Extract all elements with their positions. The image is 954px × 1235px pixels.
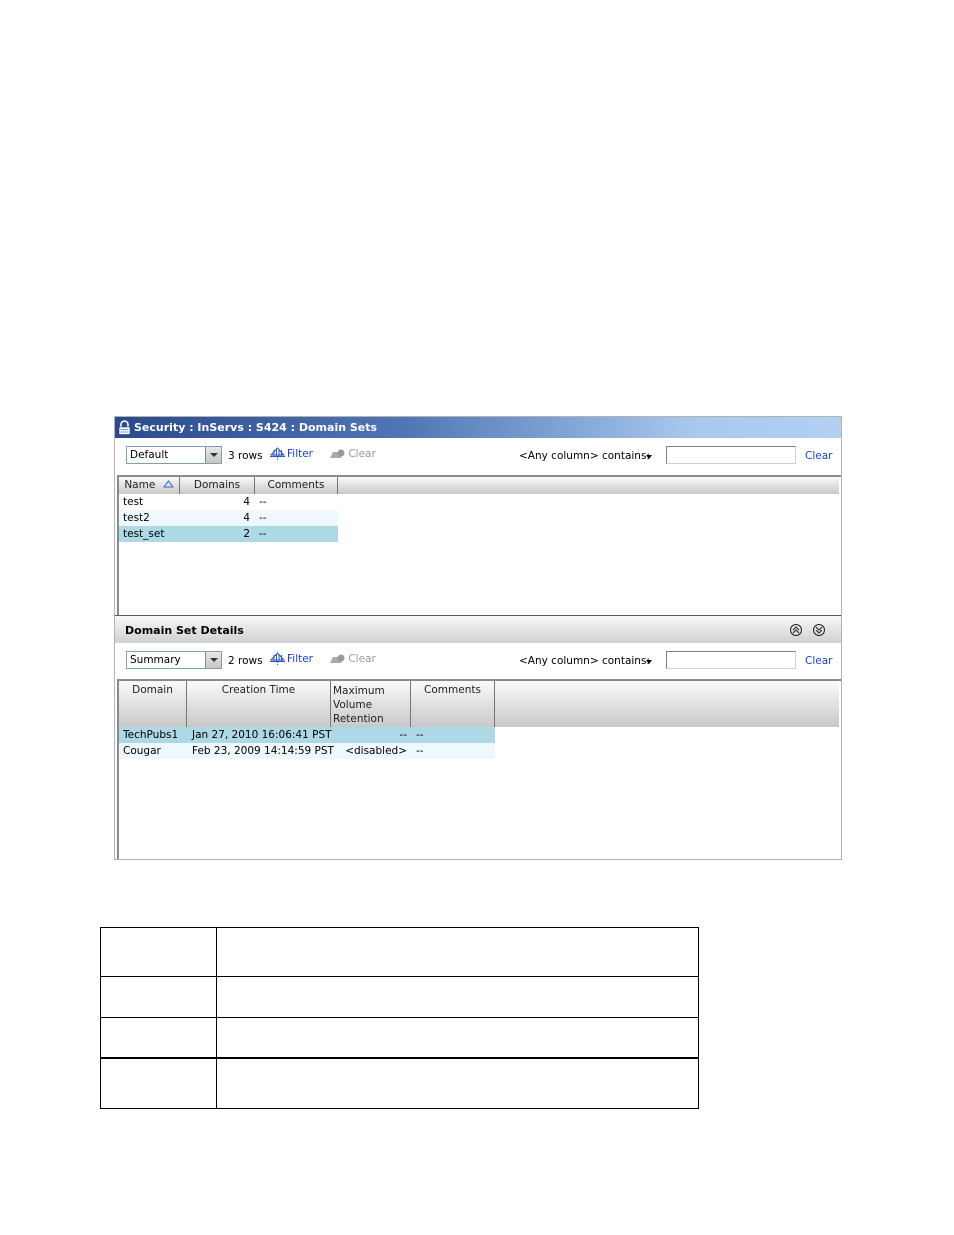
cell-creation-time: Jan 27, 2010 16:06:41 PST [192,729,332,741]
document-table-cell [216,1017,699,1058]
column-header-creation-time[interactable]: Creation Time [187,681,331,727]
table-row[interactable]: test 4 -- [119,494,338,510]
lock-icon [118,420,131,435]
clear-filter-button[interactable]: Clear [329,448,376,460]
details-section-header: Domain Set Details [115,615,841,644]
row-count: 3 rows [228,450,263,462]
cell-domains: 4 [243,512,250,524]
document-table-row [100,927,699,977]
document-table-cell [216,927,699,977]
details-table-header: Domain Creation Time Maximum Volume Rete… [119,681,839,739]
search-clear-link[interactable]: Clear [805,450,832,462]
cell-max-retention: <disabled> [345,745,407,757]
document-table-cell [216,1057,699,1109]
document-table-cell [100,1057,217,1109]
cell-comments: -- [416,745,424,757]
chevron-down-icon[interactable] [205,447,221,463]
cell-domains: 4 [243,496,250,508]
document-table-cell [100,1017,217,1058]
document-table-row [100,1057,699,1109]
table-row-selected[interactable]: test_set 2 -- [119,526,338,542]
sort-ascending-icon [162,480,174,488]
details-row-count: 2 rows [228,655,263,667]
search-scope-label: <Any column> contains: [519,450,650,462]
cell-domain: Cougar [123,745,161,757]
details-view-select[interactable]: Summary [126,651,222,669]
column-header-domain[interactable]: Domain [119,681,187,727]
table-row[interactable]: test2 4 -- [119,510,338,526]
document-table-cell [100,927,217,977]
details-search-input[interactable] [666,651,796,669]
domain-sets-table: Name Domains Comments test 4 -- test2 4 … [117,475,841,615]
double-chevron-down-icon[interactable] [813,624,825,636]
search-input[interactable] [666,446,796,464]
eraser-icon [330,449,345,458]
column-header-comments[interactable]: Comments [255,477,338,494]
cell-name: test [123,496,144,508]
cell-domains: 2 [243,528,250,540]
cell-domain: TechPubs1 [123,729,179,741]
column-header-comments[interactable]: Comments [411,681,495,727]
filter-button[interactable]: Filter [270,447,313,460]
cell-creation-time: Feb 23, 2009 14:14:59 PST [192,745,334,757]
chevron-down-icon[interactable] [205,652,221,668]
search-scope-dropdown-icon[interactable] [646,455,652,459]
filter-icon [270,652,285,665]
double-chevron-up-icon[interactable] [790,624,802,636]
details-row[interactable]: Cougar Feb 23, 2009 14:14:59 PST <disabl… [119,743,495,759]
cell-comments: -- [259,512,267,524]
domain-sets-window: Security : InServs : S424 : Domain Sets … [114,416,842,860]
details-toolbar: Summary 2 rows Filter Clear <Any column>… [115,643,841,679]
details-row-selected[interactable]: TechPubs1 Jan 27, 2010 16:06:41 PST -- -… [119,727,495,743]
details-search-scope-label: <Any column> contains: [519,655,650,667]
domain-set-details-table: Domain Creation Time Maximum Volume Rete… [117,679,841,859]
document-table-row [100,976,699,1018]
cell-comments: -- [259,528,267,540]
document-table [100,927,699,1109]
details-filter-button[interactable]: Filter [270,652,313,665]
document-table-row [100,1017,699,1058]
cell-max-retention: -- [399,729,407,741]
view-select-value: Default [130,449,169,461]
column-header-max-retention[interactable]: Maximum Volume Retention Time [331,681,411,739]
details-section-title: Domain Set Details [125,624,244,637]
cell-name: test2 [123,512,150,524]
cell-comments: -- [416,729,424,741]
filter-icon [270,447,285,460]
document-table-cell [100,976,217,1018]
details-search-clear-link[interactable]: Clear [805,655,832,667]
document-table-cell [216,976,699,1018]
window-title: Security : InServs : S424 : Domain Sets [134,421,378,434]
top-toolbar: Default 3 rows Filter Clear <Any column>… [115,438,841,474]
details-view-select-value: Summary [130,654,181,666]
column-header-name[interactable]: Name [119,477,180,494]
table-header: Name Domains Comments [119,477,839,494]
window-titlebar: Security : InServs : S424 : Domain Sets [115,417,841,438]
column-header-domains[interactable]: Domains [180,477,255,494]
view-select[interactable]: Default [126,446,222,464]
details-clear-filter-button[interactable]: Clear [329,653,376,665]
eraser-icon [330,654,345,663]
details-search-scope-dropdown-icon[interactable] [646,660,652,664]
cell-comments: -- [259,496,267,508]
cell-name: test_set [123,528,165,540]
